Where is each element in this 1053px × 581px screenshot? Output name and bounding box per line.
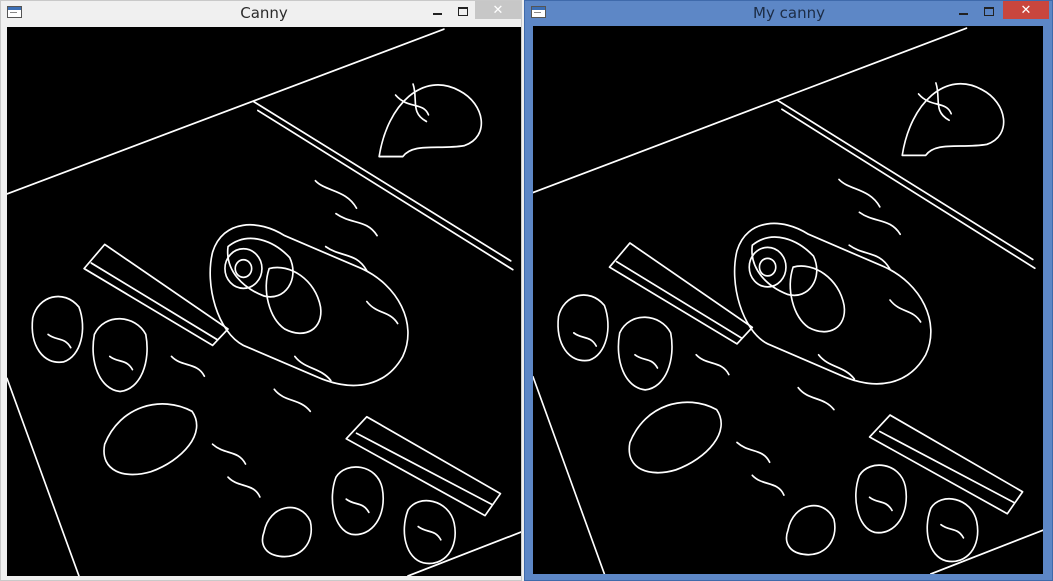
window-title: My canny: [753, 4, 825, 22]
pod-left-2: [92, 318, 148, 393]
ground-line: [7, 377, 80, 576]
ground-line: [7, 28, 445, 195]
tail-detail: [394, 83, 430, 123]
tail-boom: [901, 83, 1005, 157]
ground-line: [929, 529, 1043, 574]
pod-left-2: [617, 316, 673, 391]
minimize-button[interactable]: [951, 1, 975, 21]
close-button[interactable]: ✕: [1003, 1, 1049, 19]
pod-right-1: [331, 466, 385, 536]
wing-left: [83, 243, 229, 347]
cockpit: [789, 265, 846, 333]
tail-wheel: [785, 504, 836, 556]
title-bar[interactable]: Canny ✕: [1, 1, 521, 25]
tail-boom: [378, 84, 482, 158]
my-canny-window: My canny ✕: [524, 0, 1053, 581]
ground-line: [533, 375, 606, 574]
minimize-button[interactable]: [425, 1, 449, 21]
rotor-blade: [776, 99, 1036, 270]
wing-left: [608, 242, 754, 345]
maximize-icon: [984, 6, 994, 16]
engine-lower: [103, 403, 198, 476]
tail-wheel: [261, 506, 313, 558]
maximize-button[interactable]: [451, 1, 475, 21]
title-bar[interactable]: My canny ✕: [525, 1, 1052, 25]
image-canvas: [7, 27, 521, 576]
pod-right-1: [855, 464, 908, 534]
cockpit: [265, 266, 322, 335]
minimize-icon: [958, 12, 968, 15]
app-window-icon[interactable]: [7, 6, 22, 18]
maximize-icon: [458, 6, 468, 16]
close-icon: ✕: [1020, 2, 1032, 18]
ground-line: [533, 27, 968, 194]
canny-window: Canny ✕: [0, 0, 522, 581]
rotor-blade: [252, 100, 514, 271]
hub: [748, 246, 787, 288]
app-window-icon[interactable]: [531, 6, 546, 18]
ground-line: [407, 531, 521, 576]
close-button[interactable]: ✕: [475, 1, 521, 19]
maximize-button[interactable]: [977, 1, 1001, 21]
my-canny-edge-image: [533, 27, 1043, 574]
window-title: Canny: [240, 4, 288, 22]
minimize-icon: [432, 12, 442, 15]
engine-lower: [628, 401, 722, 474]
image-canvas: [533, 26, 1043, 574]
tail-detail: [917, 82, 953, 122]
close-icon: ✕: [492, 2, 504, 18]
pod-left-1: [31, 295, 84, 364]
hub: [224, 248, 263, 290]
canny-edge-image: [7, 28, 521, 576]
pod-left-1: [557, 294, 609, 362]
